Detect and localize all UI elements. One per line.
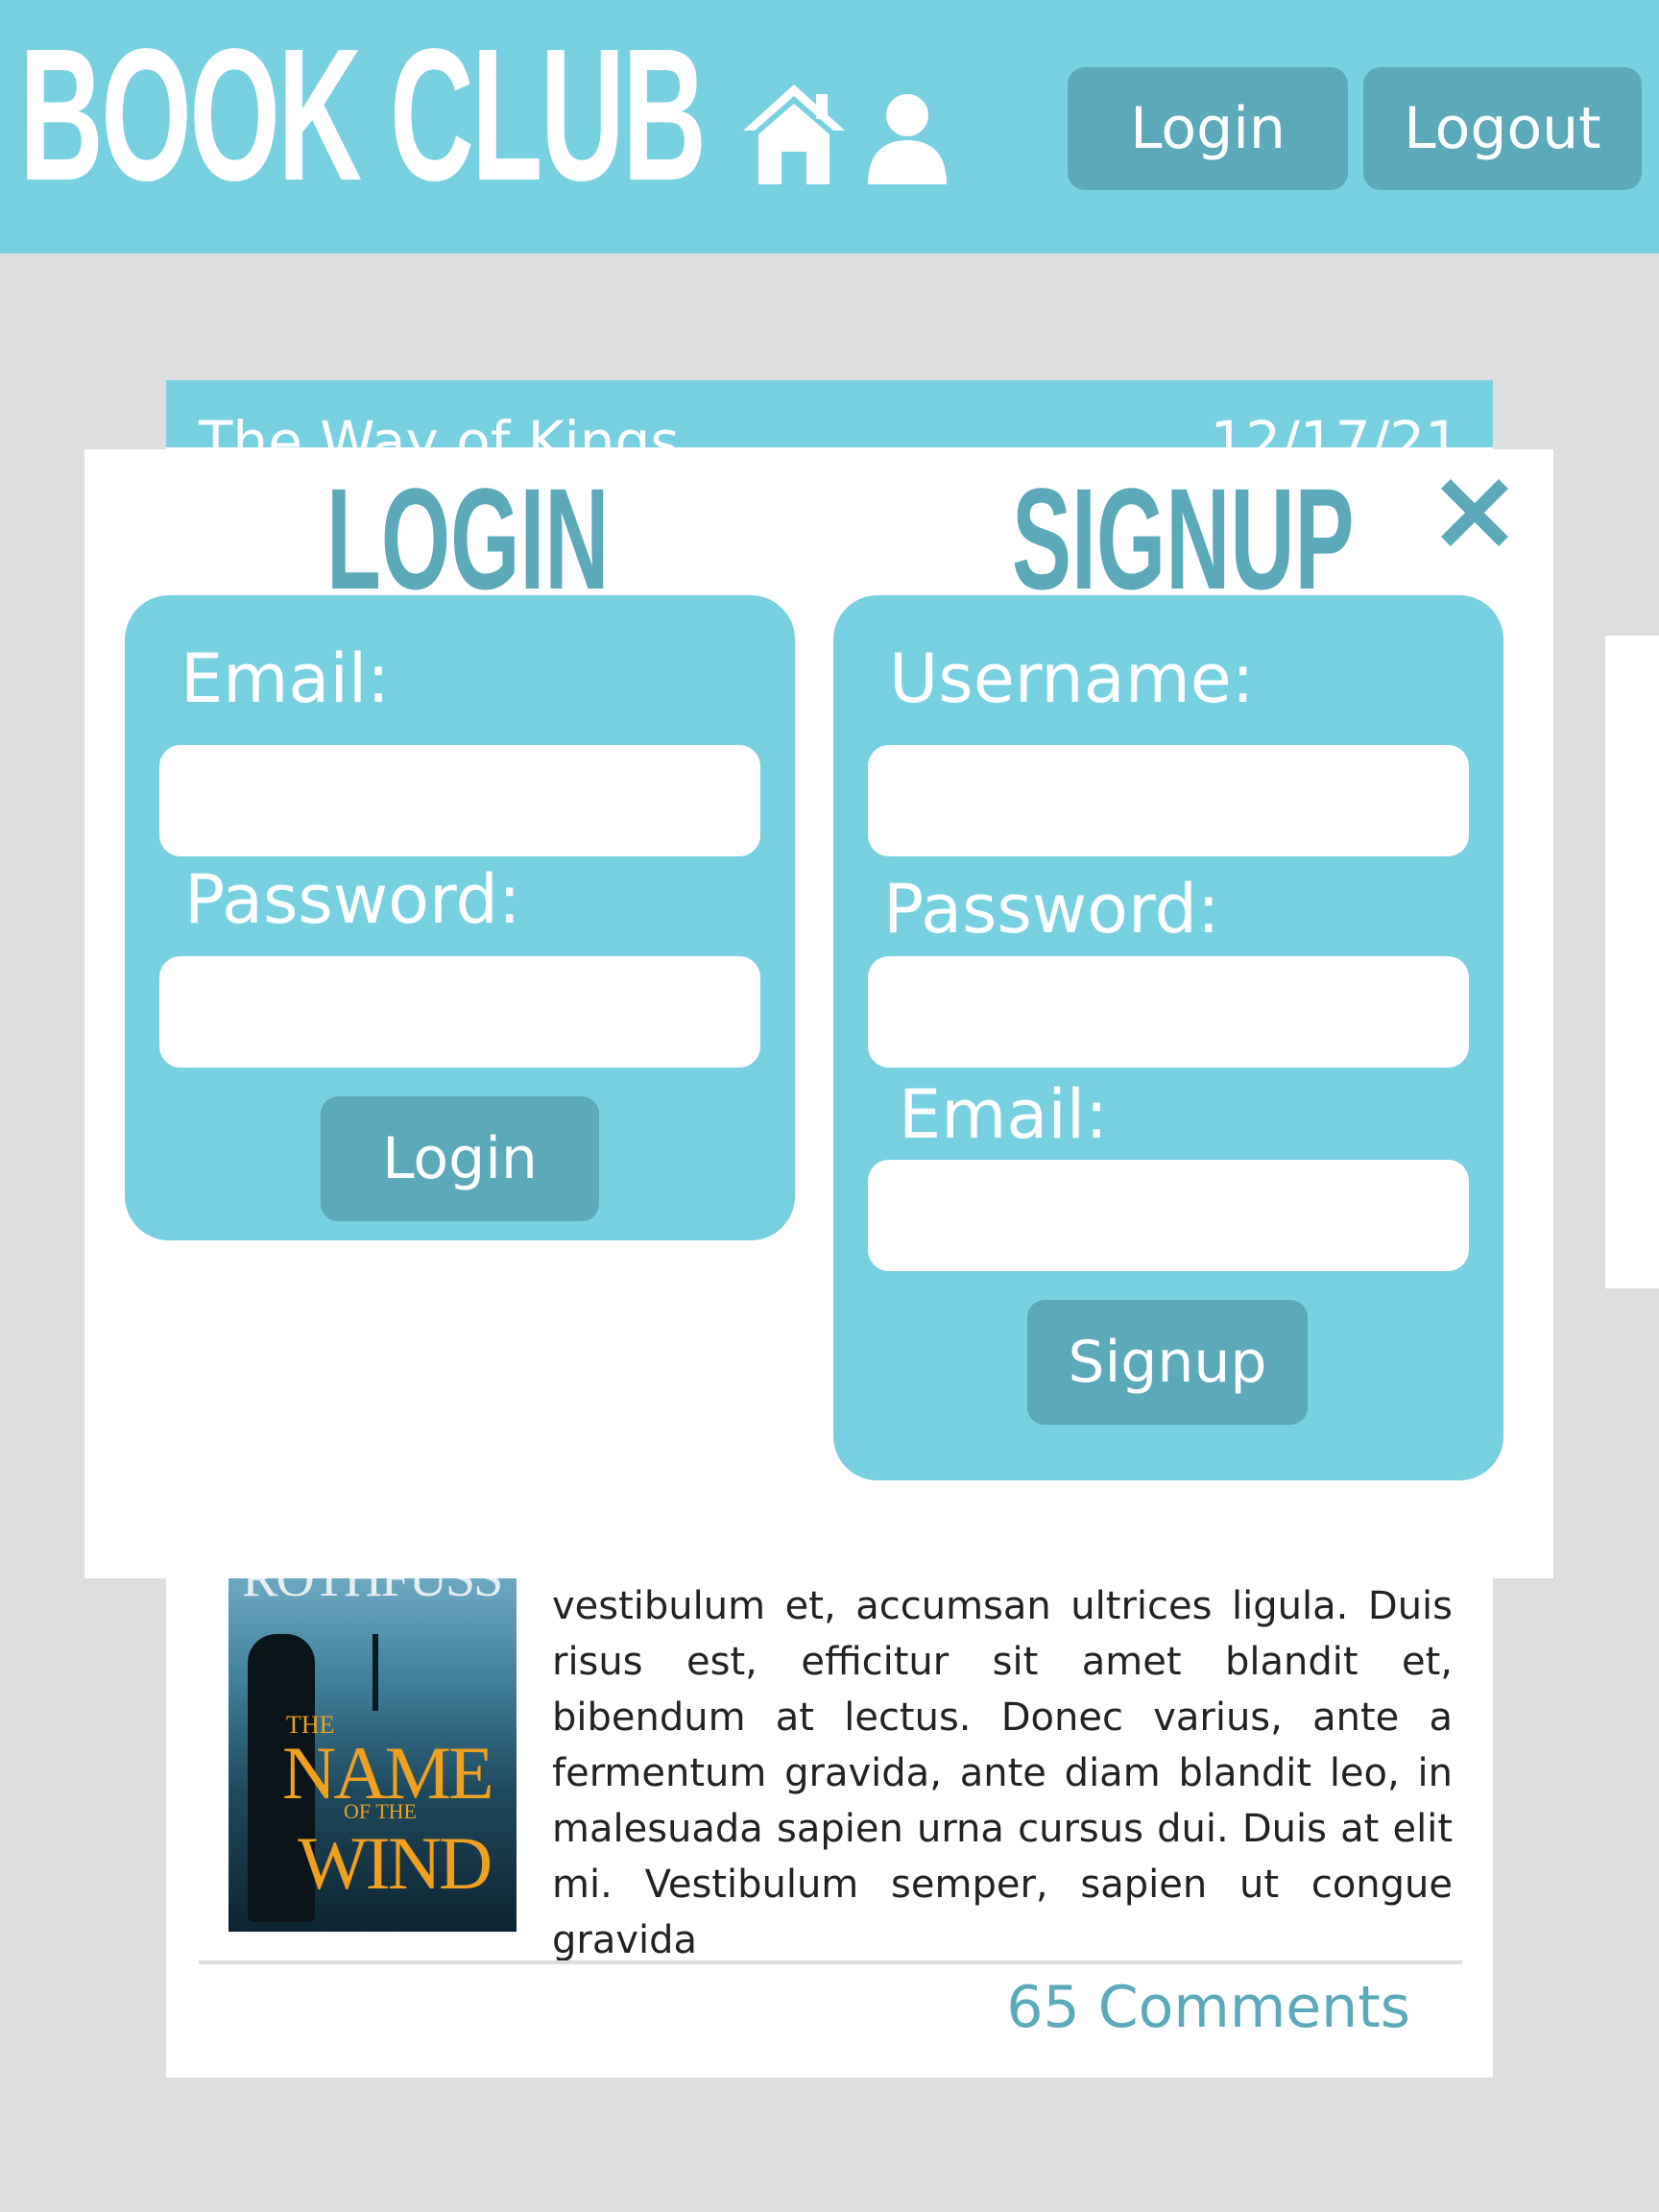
book-cover[interactable]: ROTHFUSS THE NAME OF THE WIND [228,1576,517,1932]
login-password-field[interactable] [159,956,760,1068]
signup-button[interactable]: Signup [1027,1300,1308,1425]
home-icon[interactable] [739,81,849,184]
cover-author: ROTHFUSS [242,1576,503,1608]
cover-tree [373,1634,378,1711]
login-panel: Email: Password: Login [125,595,795,1240]
app-header: BOOK CLUB Login Logout [0,0,1659,253]
signup-password-label: Password: [883,870,1220,949]
post-header: The Way of Kings 12/17/21 [166,380,1493,447]
login-title: LOGIN [326,458,610,619]
header-logout-button[interactable]: Logout [1363,67,1642,190]
header-login-button[interactable]: Login [1068,67,1348,190]
comments-link[interactable]: 65 Comments [1006,1974,1410,2041]
signup-email-label: Email: [899,1075,1108,1154]
login-email-field[interactable] [159,745,760,856]
signup-title: SIGNUP [1012,458,1355,619]
user-icon[interactable] [866,92,949,184]
login-password-label: Password: [184,860,521,939]
side-card [1605,636,1659,1288]
app-title: BOOK CLUB [19,10,707,220]
signup-username-field[interactable] [868,745,1469,856]
signup-panel: Username: Password: Email: Signup [833,595,1503,1480]
login-button[interactable]: Login [321,1096,599,1221]
post-date: 12/17/21 [1210,409,1461,447]
signup-password-field[interactable] [868,956,1469,1068]
auth-modal: LOGIN SIGNUP Email: Password: Login User… [84,449,1553,1578]
login-email-label: Email: [180,639,390,718]
post-body: vestibulum et, accumsan ultrices ligula.… [552,1584,1453,1962]
cover-wind: WIND [298,1821,493,1905]
post-divider [199,1960,1462,1964]
signup-email-field[interactable] [868,1160,1469,1271]
close-icon[interactable] [1436,474,1513,551]
signup-username-label: Username: [889,639,1255,718]
post-title[interactable]: The Way of Kings [199,409,680,447]
